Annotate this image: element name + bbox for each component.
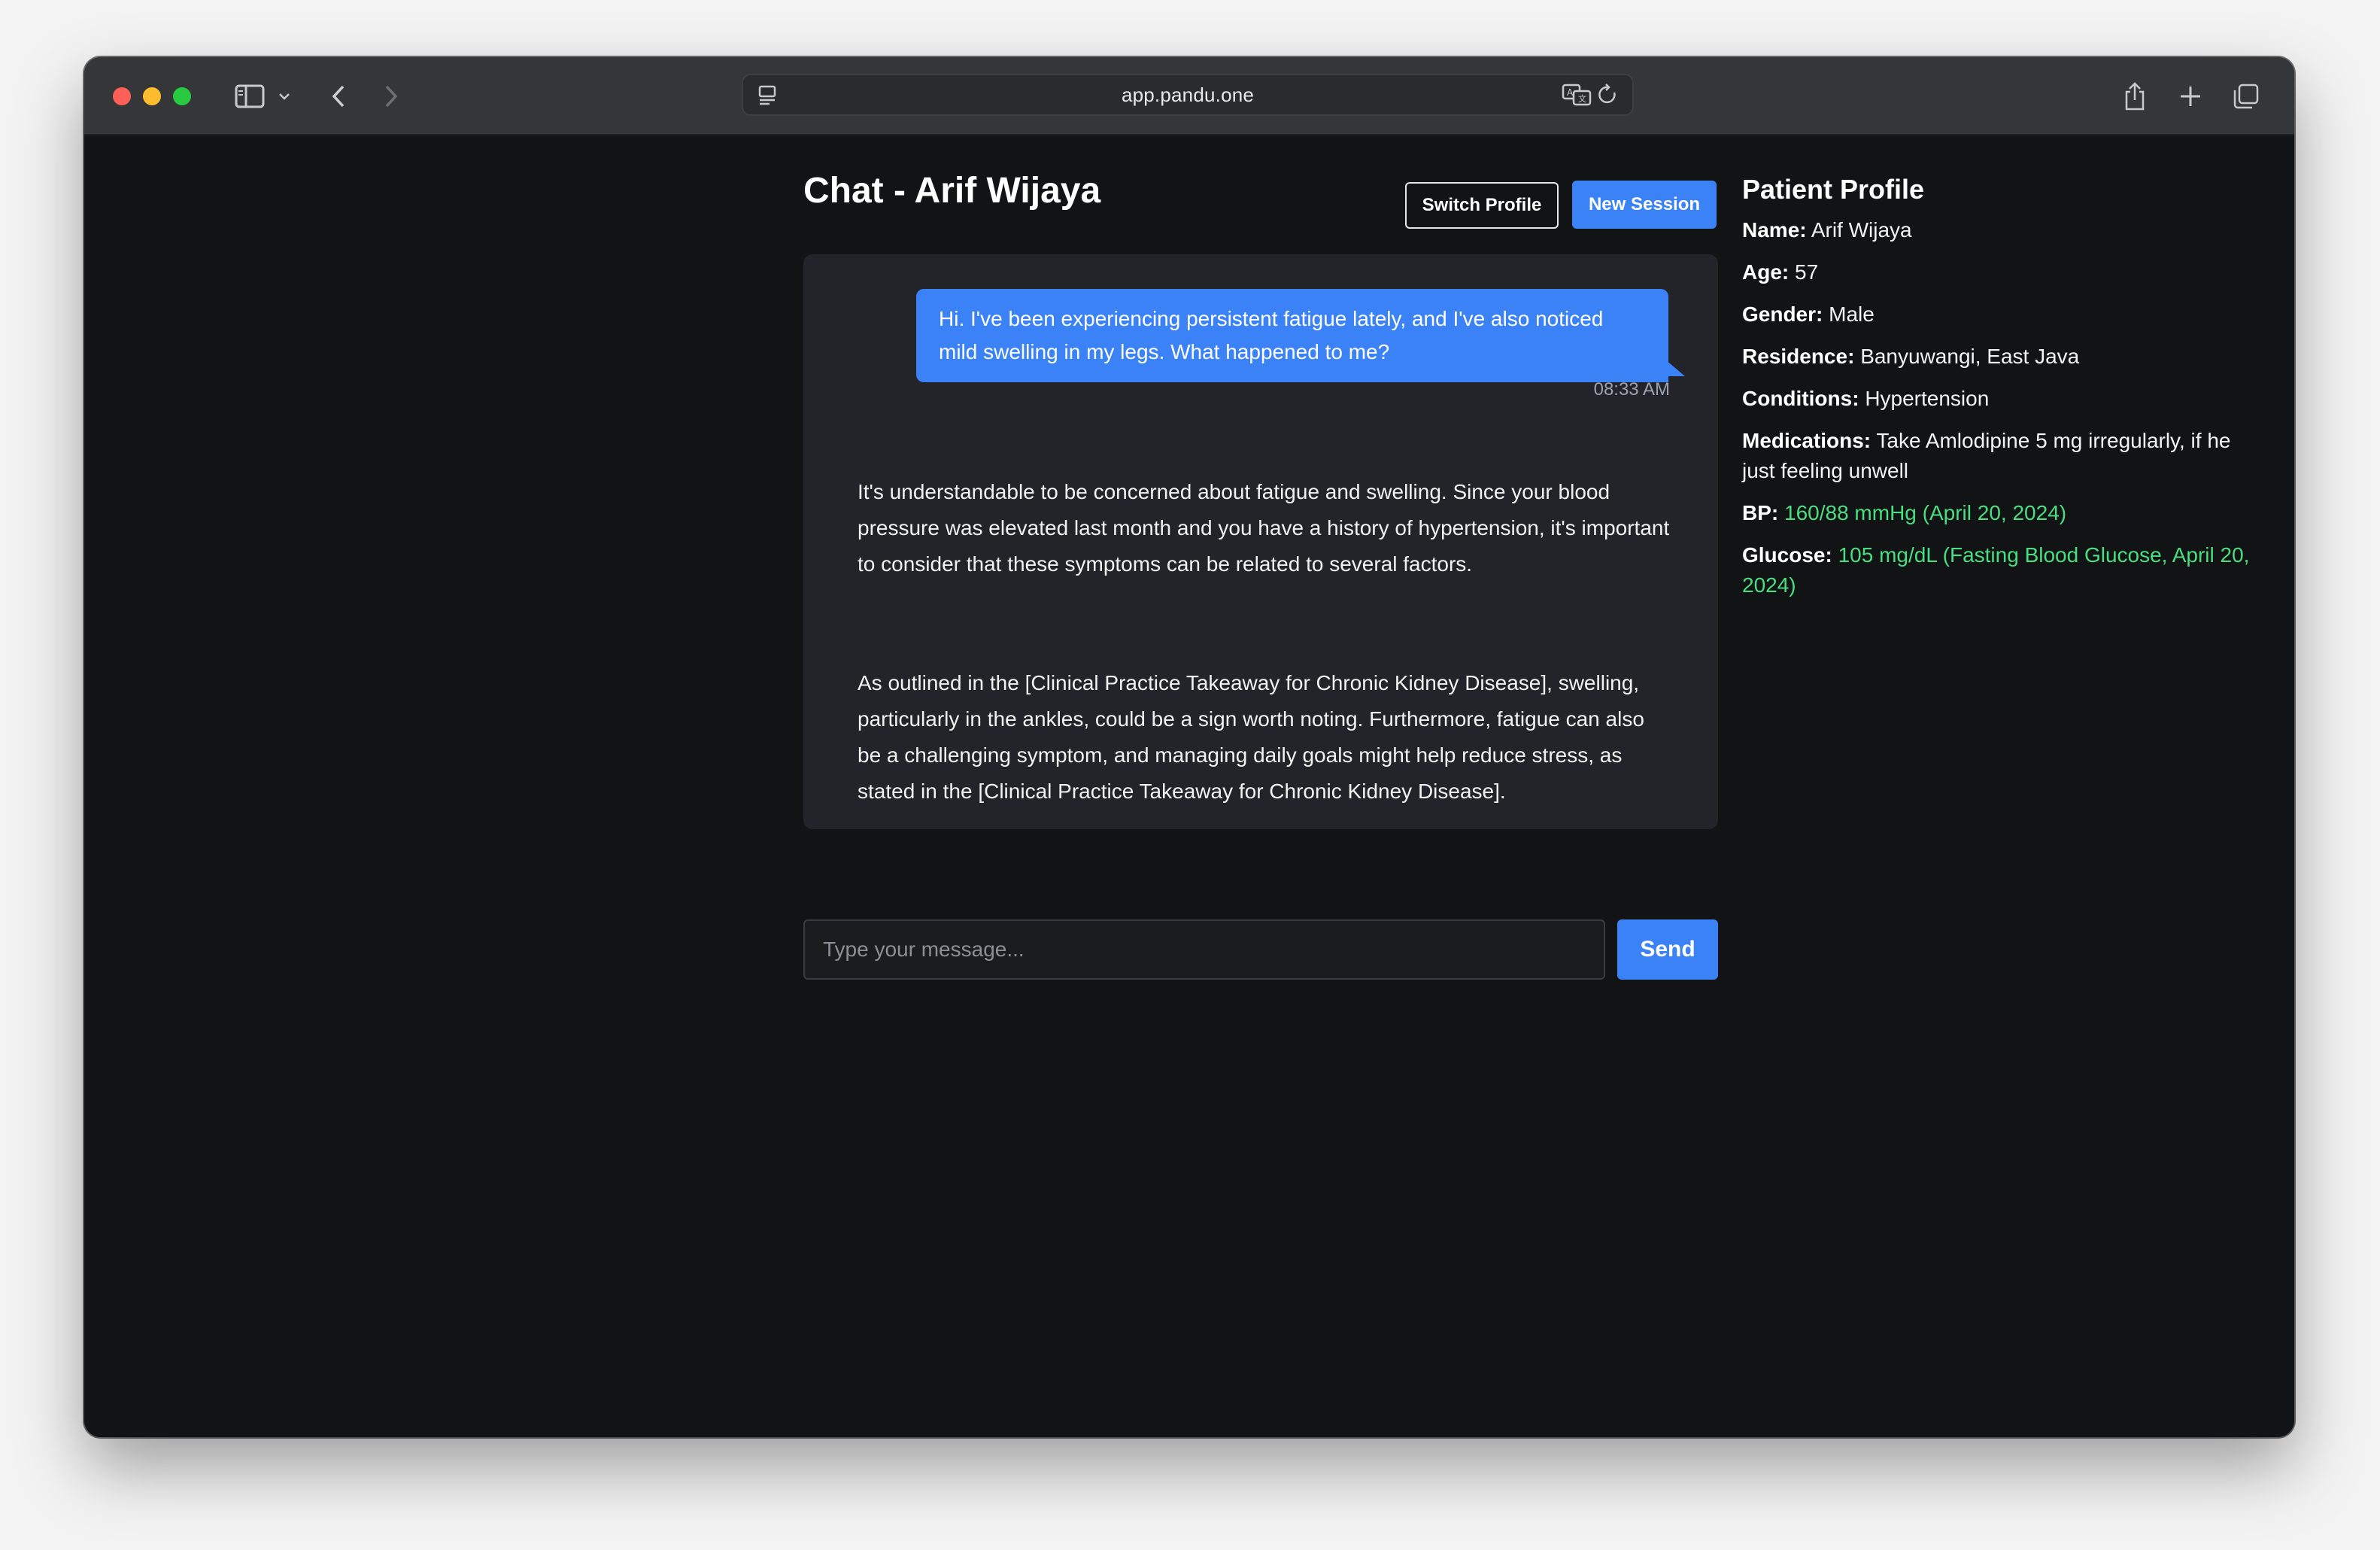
profile-name: Name: Arif Wijaya [1742, 218, 1912, 242]
chat-title: Chat - Arif Wijaya [803, 171, 1101, 211]
url-text[interactable]: app.pandu.one [743, 75, 1632, 114]
profile-residence: Residence: Banyuwangi, East Java [1742, 345, 2080, 368]
profile-conditions: Conditions: Hypertension [1742, 387, 1990, 410]
browser-window: app.pandu.one A文 Chat - Arif Wijaya Swit… [84, 57, 2294, 1437]
message-input[interactable] [803, 919, 1605, 980]
new-tab-icon[interactable] [2172, 77, 2208, 116]
address-bar[interactable]: app.pandu.one A文 [742, 74, 1634, 116]
svg-text:文: 文 [1578, 93, 1586, 104]
svg-text:A: A [1567, 87, 1574, 98]
profile-bp: BP: 160/88 mmHg (April 20, 2024) [1742, 501, 2067, 524]
back-icon[interactable] [323, 77, 354, 116]
new-session-button[interactable]: New Session [1572, 181, 1717, 229]
switch-profile-button[interactable]: Switch Profile [1405, 182, 1559, 229]
translate-icon[interactable]: A文 [1560, 75, 1593, 114]
send-button[interactable]: Send [1617, 919, 1718, 980]
close-window-button[interactable] [113, 87, 131, 105]
zoom-window-button[interactable] [173, 87, 191, 105]
profile-gender: Gender: Male [1742, 302, 1875, 326]
minimize-window-button[interactable] [143, 87, 161, 105]
profile-age: Age: 57 [1742, 260, 1819, 284]
profile-title: Patient Profile [1742, 174, 1925, 205]
forward-icon[interactable] [376, 77, 406, 116]
user-message-bubble: Hi. I've been experiencing persistent fa… [916, 289, 1668, 382]
chevron-down-icon[interactable] [274, 77, 295, 116]
profile-glucose: Glucose: 105 mg/dL (Fasting Blood Glucos… [1742, 543, 2250, 597]
page-content: Chat - Arif Wijaya Switch Profile New Se… [84, 135, 2294, 1437]
tabs-overview-icon[interactable] [2228, 77, 2264, 116]
bubble-tail [1665, 360, 1685, 376]
assistant-message-paragraph: It's understandable to be concerned abou… [858, 480, 1670, 576]
profile-medications: Medications: Take Amlodipine 5 mg irregu… [1742, 429, 2231, 482]
message-timestamp: 08:33 AM [1593, 379, 1670, 400]
assistant-message-paragraph: As outlined in the [Clinical Practice Ta… [858, 671, 1644, 803]
sidebar-icon[interactable] [227, 77, 272, 116]
patient-profile-panel: Patient Profile Name: Arif Wijaya Age: 5… [1742, 167, 2269, 612]
reload-icon[interactable] [1593, 75, 1623, 114]
chat-messages-panel[interactable]: Hi. I've been experiencing persistent fa… [803, 254, 1718, 829]
share-icon[interactable] [2117, 77, 2153, 116]
browser-toolbar: app.pandu.one A文 [84, 57, 2294, 135]
